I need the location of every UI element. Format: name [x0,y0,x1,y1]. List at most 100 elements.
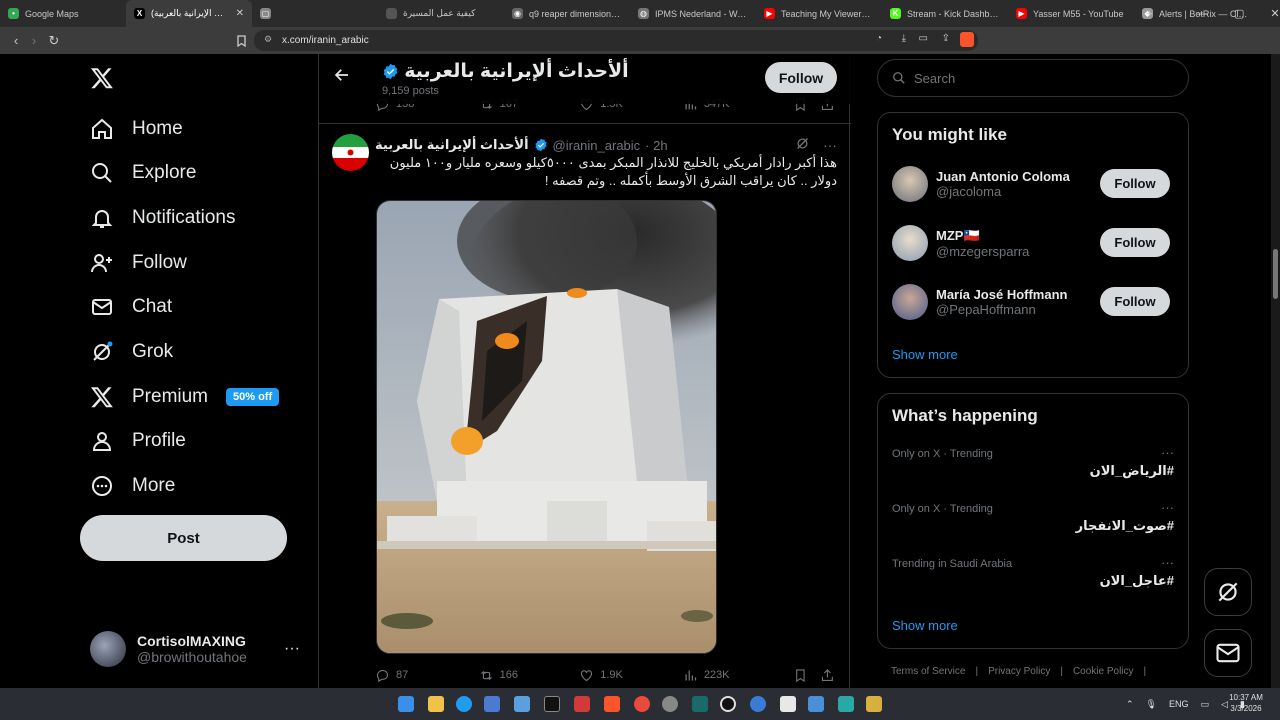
nav-item-grok[interactable]: Grok [90,332,173,372]
trend-item[interactable]: Only on X · Trending ··· #صوت_الانفجار [892,500,1176,547]
show-more-link[interactable]: Show more [892,618,958,633]
app-icon[interactable] [750,696,766,712]
app-icon[interactable] [808,696,824,712]
app-icon[interactable] [484,696,500,712]
views-button[interactable]: 223K [683,668,786,683]
file-explorer-icon[interactable] [428,696,444,712]
minimize-icon[interactable]: — [1197,8,1208,20]
cast-icon[interactable]: ▭ [919,33,928,44]
back-icon[interactable]: ‹ [6,31,26,51]
nav-item-explore[interactable]: Explore [90,153,196,193]
trend-context: Only on X · Trending [892,448,993,460]
clock[interactable]: 10:37 AM 3/3/2026 [1226,692,1266,714]
account-switcher[interactable]: CortisolMAXING @browithoutahoe ··· [90,626,300,672]
more-horizontal-icon[interactable]: ··· [1161,500,1174,515]
reload-icon[interactable]: ↻ [44,31,64,51]
start-icon[interactable] [398,696,414,712]
app-icon[interactable] [866,696,882,712]
maximize-icon[interactable]: ▢ [1234,7,1244,20]
reply-button[interactable]: 87 [375,668,479,683]
privacy-link[interactable]: Privacy Policy [988,666,1050,677]
suggested-user[interactable]: Juan Antonio Coloma @jacoloma Follow [892,165,1176,203]
app-icon[interactable] [780,696,796,712]
app-icon[interactable] [514,696,530,712]
tweet-image[interactable] [376,200,717,654]
speed-icon[interactable]: ◔ [876,33,882,44]
app-icon[interactable] [662,696,678,712]
tweet-author-handle[interactable]: @iranin_arabic [553,138,641,153]
share-icon[interactable]: ⇪ [942,33,950,44]
new-tab-button[interactable]: + [1146,0,1152,27]
suggested-user[interactable]: María José Hoffmann @PepaHoffmann Follow [892,283,1176,321]
scrollbar[interactable] [1271,54,1280,688]
browser-tab[interactable]: X (الأحداث الإيرانية بالعربية) ... / X ✕ [126,0,252,27]
suggested-user[interactable]: MZP🇨🇱 @mzegersparra Follow [892,224,1176,262]
browser-tab[interactable]: ◉ q9 reaper dimensions - ... [504,0,630,27]
browser-tab[interactable]: • Google Maps [0,0,126,27]
tweet-author-name[interactable]: ألأحداث ألإيرانية بالعربية [375,137,529,153]
edge-icon[interactable] [456,696,472,712]
nav-item-notifications[interactable]: Notifications [90,198,236,238]
share-icon[interactable] [820,668,835,683]
x-logo[interactable] [90,64,114,98]
browser-tab[interactable]: ◍ IPMS Nederland - Walk ar... [630,0,756,27]
messages-fab[interactable] [1204,629,1252,677]
nav-item-home[interactable]: Home [90,109,183,149]
app-icon[interactable] [838,696,854,712]
download-icon[interactable]: ⤓ [902,33,906,44]
terms-link[interactable]: Terms of Service [891,666,965,677]
show-more-link[interactable]: Show more [892,347,958,362]
nav-item-premium[interactable]: Premium 50% off [90,377,280,417]
language-indicator[interactable]: ENG [1169,699,1189,709]
post-button[interactable]: Post [80,515,287,561]
like-button[interactable]: 1.9K [579,668,683,683]
grok-icon[interactable] [795,136,810,154]
nav-item-profile[interactable]: Profile [90,421,186,461]
mic-icon[interactable]: 🎙 [1146,699,1157,710]
tweet-time[interactable]: · 2h [645,138,667,153]
brave-shield-icon[interactable] [960,32,974,47]
tweet-avatar[interactable] [332,134,369,171]
close-tab-icon[interactable]: ✕ [236,8,244,19]
app-icon[interactable] [692,696,708,712]
trend-item[interactable]: Only on X · Trending ··· #الرياض_الان [892,445,1176,492]
url-field[interactable]: ⚙ x.com/iranin_arabic ◔ ⤓ ▭ ⇪ [254,30,978,51]
follow-button[interactable]: Follow [765,62,837,93]
more-horizontal-icon[interactable]: ··· [1161,555,1174,570]
nav-item-more[interactable]: More [90,466,175,506]
network-icon[interactable]: ▭ [1201,699,1210,710]
browser-tab[interactable]: كيفية عمل المسيرة [378,0,504,27]
follow-button[interactable]: Follow [1100,287,1170,316]
browser-tab[interactable]: ▶ Teaching My Viewers How... [756,0,882,27]
scrollbar-thumb[interactable] [1273,249,1278,299]
follow-button[interactable]: Follow [1100,228,1170,257]
search-input[interactable]: Search [877,59,1189,97]
close-window-icon[interactable]: ✕ [1270,7,1279,20]
trend-item[interactable]: Trending in Saudi Arabia ··· #عاجل_الان [892,555,1176,602]
browser-tab[interactable]: K Stream - Kick Dashboard [882,0,1008,27]
browser-tab[interactable]: ▶ Yasser M55 - YouTube [1008,0,1134,27]
profile-title: ألأحداث ألإيرانية بالعربية [382,60,629,83]
footer-links: Terms of Service | Privacy Policy | Cookie… [891,666,1146,677]
chevron-up-icon[interactable]: ⌃ [1126,699,1134,710]
more-horizontal-icon[interactable]: ··· [823,137,837,153]
nav-item-chat[interactable]: Chat [90,287,172,327]
app-icon[interactable] [634,696,650,712]
bookmark-icon[interactable] [231,31,251,51]
bookmark-icon[interactable] [793,668,808,683]
cookie-link[interactable]: Cookie Policy [1073,666,1134,677]
browser-tab[interactable]: ▢ [252,0,378,27]
brave-icon[interactable] [604,696,620,712]
terminal-icon[interactable] [544,696,560,712]
nav-item-follow[interactable]: Follow [90,243,187,283]
more-horizontal-icon[interactable]: ··· [1161,445,1174,460]
back-arrow-icon[interactable] [333,66,351,89]
more-horizontal-icon[interactable]: ··· [284,640,300,658]
app-icon[interactable] [574,696,590,712]
follow-button[interactable]: Follow [1100,169,1170,198]
app-icon[interactable] [720,696,736,712]
forward-icon[interactable]: › [24,31,44,51]
site-info-icon[interactable]: ⚙ [264,34,272,45]
grok-fab[interactable] [1204,568,1252,616]
repost-button[interactable]: 166 [479,668,580,683]
